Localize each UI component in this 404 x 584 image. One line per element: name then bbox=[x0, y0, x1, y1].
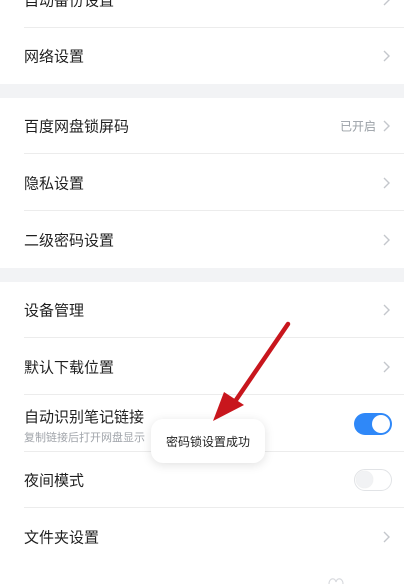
lock-screen-code-row[interactable]: 百度网盘锁屏码 已开启 bbox=[0, 98, 404, 154]
chevron-right-icon bbox=[380, 360, 392, 374]
network-settings-row[interactable]: 网络设置 bbox=[0, 28, 404, 84]
privacy-settings-row[interactable]: 隐私设置 bbox=[0, 155, 404, 211]
toast-message: 密码锁设置成功 bbox=[165, 434, 250, 449]
lock-screen-status: 已开启 bbox=[339, 119, 376, 134]
chevron-right-icon bbox=[380, 233, 392, 247]
chevron-right-icon bbox=[380, 530, 392, 544]
row-divider bbox=[24, 394, 404, 395]
privacy-settings-label: 隐私设置 bbox=[24, 174, 85, 193]
settings-group-1: 自动备份设置 网络设置 bbox=[0, 0, 404, 84]
auto-backup-row[interactable]: 自动备份设置 bbox=[0, 0, 404, 28]
row-divider bbox=[24, 337, 404, 338]
chevron-right-icon bbox=[380, 303, 392, 317]
device-management-row[interactable]: 设备管理 bbox=[0, 282, 404, 338]
row-divider bbox=[24, 210, 404, 211]
device-management-label: 设备管理 bbox=[24, 301, 85, 320]
download-location-row[interactable]: 默认下载位置 bbox=[0, 339, 404, 395]
chevron-right-icon bbox=[380, 49, 392, 63]
note-link-detection-label: 自动识别笔记链接 bbox=[24, 408, 145, 426]
toggle-knob bbox=[372, 415, 390, 433]
chevron-right-icon bbox=[380, 176, 392, 190]
heart-outline-icon bbox=[328, 578, 344, 584]
second-password-label: 二级密码设置 bbox=[24, 231, 115, 250]
night-mode-toggle[interactable] bbox=[354, 469, 392, 491]
download-location-label: 默认下载位置 bbox=[24, 358, 115, 377]
row-divider bbox=[24, 507, 404, 508]
row-divider bbox=[24, 153, 404, 154]
auto-backup-label: 自动备份设置 bbox=[24, 0, 115, 10]
night-mode-label: 夜间模式 bbox=[24, 471, 85, 490]
chevron-right-icon bbox=[380, 0, 392, 7]
success-toast: 密码锁设置成功 bbox=[151, 419, 265, 463]
toggle-knob bbox=[356, 471, 373, 488]
chevron-right-icon bbox=[380, 119, 392, 133]
second-password-row[interactable]: 二级密码设置 bbox=[0, 212, 404, 268]
settings-group-2: 百度网盘锁屏码 已开启 隐私设置 二级密码设置 bbox=[0, 98, 404, 268]
network-settings-label: 网络设置 bbox=[24, 47, 85, 66]
folder-settings-row[interactable]: 文件夹设置 bbox=[0, 509, 404, 565]
lock-screen-code-label: 百度网盘锁屏码 bbox=[24, 117, 130, 136]
folder-settings-label: 文件夹设置 bbox=[24, 528, 100, 547]
note-link-toggle[interactable] bbox=[354, 413, 392, 435]
